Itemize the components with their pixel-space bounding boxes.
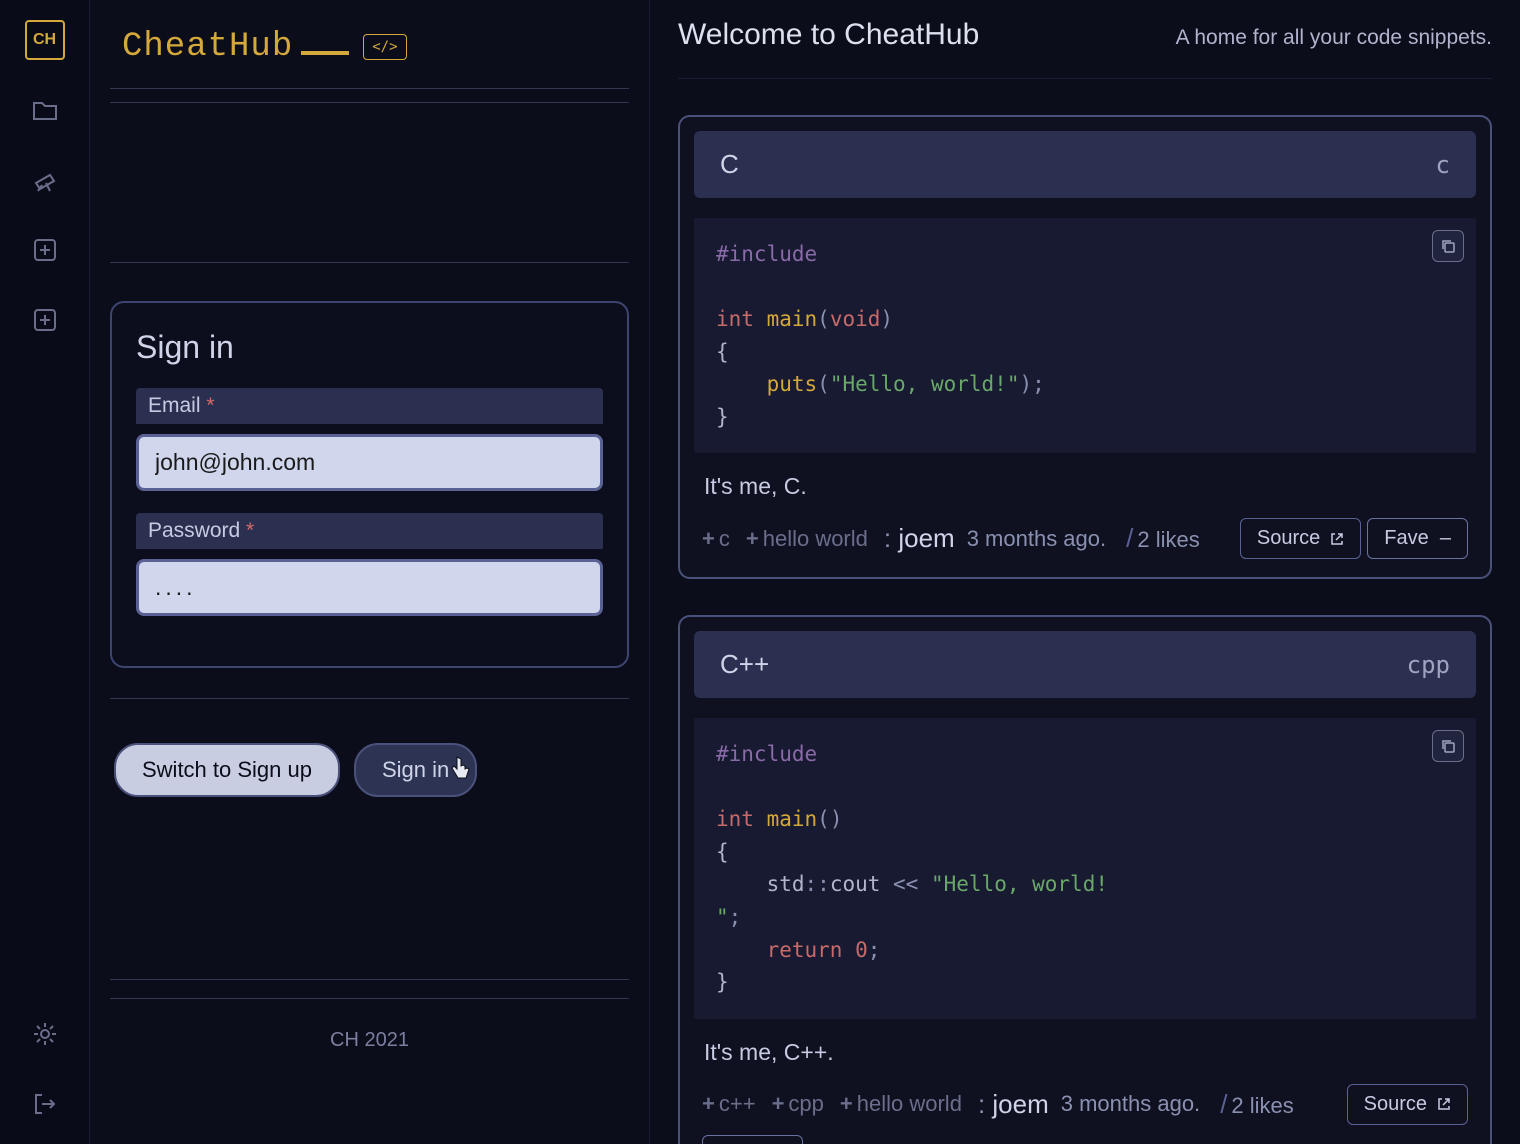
source-button[interactable]: Source	[1240, 518, 1361, 559]
snippet-description: It's me, C.	[694, 453, 1476, 510]
main-header: Welcome to CheatHub A home for all your …	[678, 18, 1492, 79]
switch-to-signup-button[interactable]: Switch to Sign up	[114, 743, 340, 797]
snippet-likes: /2 likes	[1126, 523, 1200, 554]
add-icon[interactable]	[25, 230, 65, 270]
snippet-title: C++	[720, 649, 769, 680]
brand-name: CheatHub	[122, 28, 349, 66]
snippet-tag[interactable]: +c	[702, 526, 730, 552]
signin-button[interactable]: Sign in	[354, 743, 477, 797]
snippet-tag[interactable]: +hello world	[840, 1091, 962, 1117]
nav-rail: CH	[0, 0, 90, 1144]
page-tagline: A home for all your code snippets.	[1176, 26, 1492, 50]
snippet-author[interactable]: : joem	[884, 523, 955, 554]
snippet-author[interactable]: : joem	[978, 1089, 1049, 1120]
email-field[interactable]	[136, 434, 603, 491]
logo-icon[interactable]: CH	[25, 20, 65, 60]
snippet-card: C++ cpp#include int main() { std::cout <<…	[678, 615, 1492, 1144]
fave-button[interactable]: Fave –	[702, 1135, 803, 1144]
snippet-title: C	[720, 149, 739, 180]
snippet-tag[interactable]: +hello world	[746, 526, 868, 552]
copy-icon[interactable]	[1432, 730, 1464, 762]
folder-icon[interactable]	[25, 90, 65, 130]
source-button[interactable]: Source	[1347, 1084, 1468, 1125]
snippet-timestamp: 3 months ago.	[967, 526, 1106, 552]
snippet-likes: /2 likes	[1220, 1089, 1294, 1120]
snippet-timestamp: 3 months ago.	[1061, 1091, 1200, 1117]
snippet-language-badge: cpp	[1407, 651, 1450, 679]
footer-text: CH 2021	[110, 998, 629, 1082]
main-content: Welcome to CheatHub A home for all your …	[650, 0, 1520, 1144]
snippet-footer: +c +hello world : joem 3 months ago. /2 like…	[694, 510, 1476, 563]
snippet-language-badge: c	[1436, 151, 1450, 179]
password-label: Password *	[136, 513, 603, 549]
logout-icon[interactable]	[25, 1084, 65, 1124]
page-title: Welcome to CheatHub	[678, 18, 979, 52]
signin-title: Sign in	[136, 329, 603, 366]
email-label: Email *	[136, 388, 603, 424]
code-badge-icon: </>	[363, 34, 406, 60]
snippet-description: It's me, C++.	[694, 1019, 1476, 1076]
add-icon-2[interactable]	[25, 300, 65, 340]
signin-card: Sign in Email * Password *	[110, 301, 629, 668]
pointer-cursor-icon	[449, 755, 471, 781]
auth-button-row: Switch to Sign up Sign in	[110, 743, 629, 809]
snippet-header: C++ cpp	[694, 631, 1476, 698]
left-panel: CheatHub </> Sign in Email * Password * …	[90, 0, 650, 1144]
snippet-tag[interactable]: +cpp	[772, 1091, 824, 1117]
code-block: #include int main(void) { puts("Hello, w…	[694, 218, 1476, 453]
cursor-underscore	[301, 51, 349, 55]
brand-row: CheatHub </>	[110, 20, 629, 89]
snippet-header: Cc	[694, 131, 1476, 198]
code-block: #include int main() { std::cout << "Hell…	[694, 718, 1476, 1018]
password-field[interactable]	[136, 559, 603, 616]
copy-icon[interactable]	[1432, 230, 1464, 262]
fave-button[interactable]: Fave –	[1367, 518, 1468, 559]
snippet-card: Cc #include int main(void) { puts("Hello,…	[678, 115, 1492, 579]
snippet-footer: +c++ +cpp +hello world : joem 3 months ago. /…	[694, 1076, 1476, 1144]
settings-icon[interactable]	[25, 1014, 65, 1054]
telescope-icon[interactable]	[25, 160, 65, 200]
snippet-tag[interactable]: +c++	[702, 1091, 756, 1117]
